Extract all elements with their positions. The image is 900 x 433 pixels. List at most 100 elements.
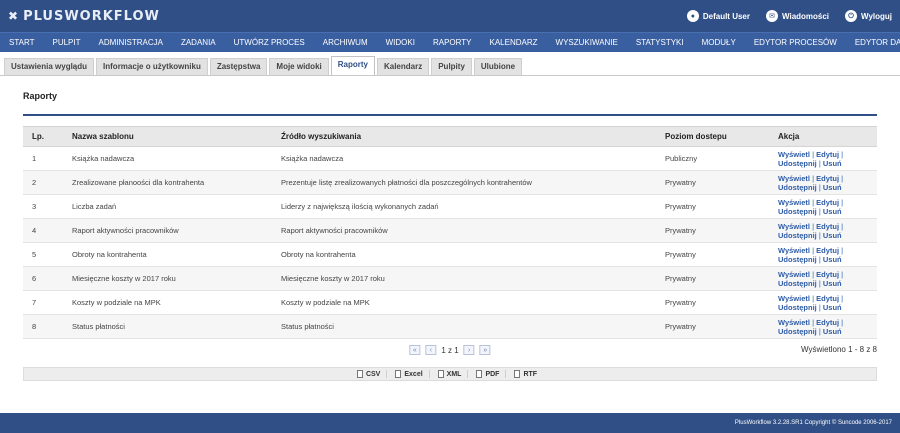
export-csv-button[interactable]: CSV: [356, 370, 388, 378]
nav-item-statystyki[interactable]: STATYSTYKI: [627, 33, 693, 53]
view-link[interactable]: Wyświetl: [778, 270, 810, 279]
action-separator: |: [841, 149, 844, 159]
share-link[interactable]: Udostępnij: [778, 183, 817, 192]
last-page-button[interactable]: »: [479, 345, 491, 355]
export-label: CSV: [365, 370, 381, 378]
table-header-row: Lp. Nazwa szablonu Źródło wyszukiwania P…: [23, 126, 877, 147]
tab-kalendarz[interactable]: Kalendarz: [376, 58, 430, 75]
delete-link[interactable]: Usuń: [823, 183, 842, 192]
export-rtf-button[interactable]: RTF: [514, 370, 543, 378]
column-header-source[interactable]: Źródło wyszukiwania: [272, 126, 656, 147]
view-link[interactable]: Wyświetl: [778, 150, 810, 159]
cell-access-level: Prywatny: [656, 242, 769, 267]
share-link[interactable]: Udostępnij: [778, 231, 817, 240]
document-icon: [395, 370, 402, 378]
table-row[interactable]: 8 Status płatności Status płatności Prywatn…: [23, 314, 877, 339]
tab-ulubione[interactable]: Ulubione: [473, 58, 523, 75]
nav-item-start[interactable]: START: [0, 33, 43, 53]
edit-link[interactable]: Edytuj: [816, 174, 839, 183]
tab-moje-widoki[interactable]: Moje widoki: [269, 58, 329, 75]
tab-zastepstwa[interactable]: Zastępstwa: [209, 58, 268, 75]
export-excel-button[interactable]: Excel: [395, 370, 430, 378]
table-row[interactable]: 7 Koszty w podziale na MPK Koszty w podzia…: [23, 290, 877, 315]
table-row[interactable]: 5 Obroty na kontrahenta Obroty na kontrahe…: [23, 242, 877, 267]
nav-item-archiwum[interactable]: ARCHIWUM: [314, 33, 377, 53]
cell-lp: 7: [23, 290, 63, 315]
cell-search-source: Raport aktywności pracowników: [272, 218, 656, 243]
document-icon: [437, 370, 444, 378]
export-xml-button[interactable]: XML: [437, 370, 469, 378]
view-link[interactable]: Wyświetl: [778, 222, 810, 231]
edit-link[interactable]: Edytuj: [816, 270, 839, 279]
tab-informacje-o-uzytkowniku[interactable]: Informacje o użytkowniku: [96, 58, 208, 75]
column-header-name[interactable]: Nazwa szablonu: [63, 126, 272, 147]
tab-raporty[interactable]: Raporty: [330, 56, 375, 75]
edit-link[interactable]: Edytuj: [816, 294, 839, 303]
delete-link[interactable]: Usuń: [823, 255, 842, 264]
prev-page-button[interactable]: ‹: [425, 345, 437, 355]
document-icon: [476, 370, 483, 378]
delete-link[interactable]: Usuń: [823, 159, 842, 168]
share-link[interactable]: Udostępnij: [778, 255, 817, 264]
nav-item-wyszukiwanie[interactable]: WYSZUKIWANIE: [547, 33, 627, 53]
nav-item-edytor-procesow[interactable]: EDYTOR PROCESÓW: [745, 33, 846, 53]
tab-pulpity[interactable]: Pulpity: [431, 58, 472, 75]
tab-ustawienia-wygladu[interactable]: Ustawienia wyglądu: [4, 58, 95, 75]
next-page-button[interactable]: ›: [463, 345, 475, 355]
cell-lp: 5: [23, 242, 63, 267]
reports-table: Lp. Nazwa szablonu Źródło wyszukiwania P…: [23, 126, 877, 339]
delete-link[interactable]: Usuń: [823, 207, 842, 216]
nav-item-zadania[interactable]: ZADANIA: [172, 33, 225, 53]
table-row[interactable]: 3 Liczba zadań Liderzy z największą ilości…: [23, 194, 877, 219]
logout-link[interactable]: ⏻ Wyloguj: [845, 10, 892, 22]
logout-label: Wyloguj: [861, 11, 892, 21]
user-label: Default User: [702, 11, 750, 21]
export-label: XML: [446, 370, 462, 378]
nav-item-edytor-danych[interactable]: EDYTOR DANYCH: [846, 33, 900, 53]
nav-item-pulpit[interactable]: PULPIT: [43, 33, 89, 53]
column-header-access[interactable]: Poziom dostepu: [656, 126, 769, 147]
edit-link[interactable]: Edytuj: [816, 198, 839, 207]
table-row[interactable]: 4 Raport aktywności pracowników Raport akt…: [23, 218, 877, 243]
edit-link[interactable]: Edytuj: [816, 150, 839, 159]
share-link[interactable]: Udostępnij: [778, 303, 817, 312]
cell-lp: 1: [23, 146, 63, 171]
share-link[interactable]: Udostępnij: [778, 207, 817, 216]
view-link[interactable]: Wyświetl: [778, 294, 810, 303]
user-link[interactable]: ● Default User: [686, 10, 750, 22]
table-row[interactable]: 1 Książka nadawcza Książka nadawcza Publicz…: [23, 146, 877, 171]
title-divider: [23, 114, 877, 116]
table-row[interactable]: 2 Zrealizowane płanoości dla kontrahenta P…: [23, 170, 877, 195]
delete-link[interactable]: Usuń: [823, 231, 842, 240]
share-link[interactable]: Udostępnij: [778, 327, 817, 336]
first-page-button[interactable]: «: [409, 345, 421, 355]
edit-link[interactable]: Edytuj: [816, 222, 839, 231]
cell-actions: Wyświetl | Edytuj | Udostępnij | Usuń: [769, 218, 877, 243]
edit-link[interactable]: Edytuj: [816, 246, 839, 255]
nav-item-kalendarz[interactable]: KALENDARZ: [481, 33, 547, 53]
messages-link[interactable]: ✉ Wiadomości: [765, 10, 829, 22]
cell-actions: Wyświetl | Edytuj | Udostępnij | Usuń: [769, 194, 877, 219]
table-row[interactable]: 6 Miesięczne koszty w 2017 roku Miesięczne…: [23, 266, 877, 291]
column-header-lp[interactable]: Lp.: [23, 126, 63, 147]
nav-item-widoki[interactable]: WIDOKI: [377, 33, 424, 53]
view-link[interactable]: Wyświetl: [778, 174, 810, 183]
share-link[interactable]: Udostępnij: [778, 159, 817, 168]
view-link[interactable]: Wyświetl: [778, 318, 810, 327]
edit-link[interactable]: Edytuj: [816, 318, 839, 327]
delete-link[interactable]: Usuń: [823, 303, 842, 312]
nav-item-administracja[interactable]: ADMINISTRACJA: [90, 33, 172, 53]
app-logo[interactable]: ✖ PLUSWORKFLOW: [8, 9, 160, 24]
nav-item-utworz-proces[interactable]: UTWÓRZ PROCES: [225, 33, 314, 53]
delete-link[interactable]: Usuń: [823, 279, 842, 288]
share-link[interactable]: Udostępnij: [778, 279, 817, 288]
pager-row: « ‹ 1 z 1 › » Wyświetlono 1 - 8 z 8: [23, 341, 877, 361]
export-pdf-button[interactable]: PDF: [476, 370, 507, 378]
view-link[interactable]: Wyświetl: [778, 198, 810, 207]
logo-text: PLUSWORKFLOW: [23, 8, 160, 24]
delete-link[interactable]: Usuń: [823, 327, 842, 336]
cell-search-source: Liderzy z największą ilością wykonanych …: [272, 194, 656, 219]
view-link[interactable]: Wyświetl: [778, 246, 810, 255]
nav-item-moduly[interactable]: MODUŁY: [693, 33, 745, 53]
nav-item-raporty[interactable]: RAPORTY: [424, 33, 481, 53]
